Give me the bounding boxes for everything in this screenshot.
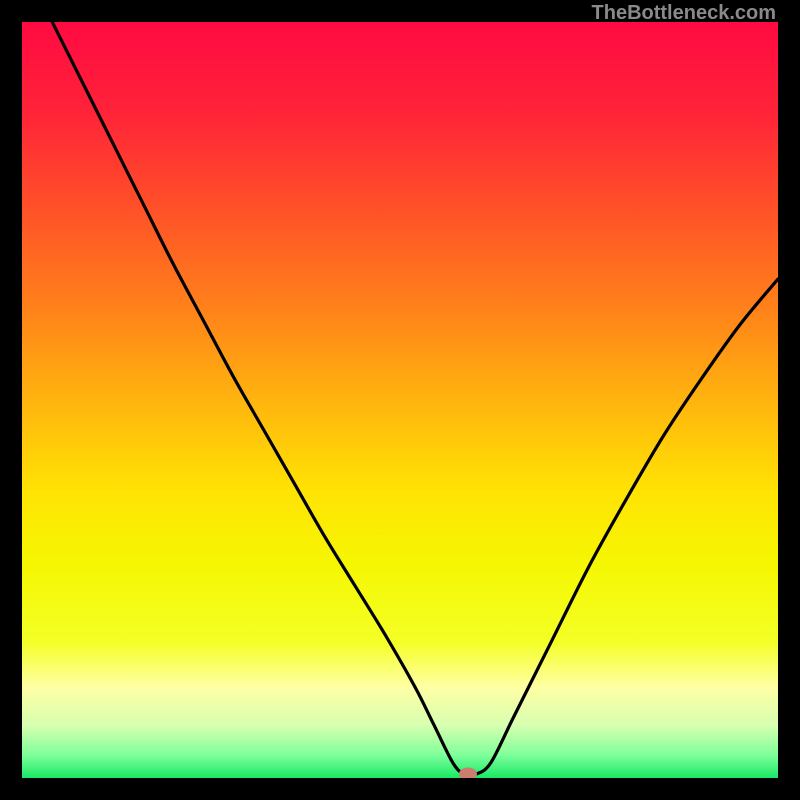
optimal-marker (459, 768, 477, 778)
plot-area (22, 22, 778, 778)
watermark-label: TheBottleneck.com (592, 2, 776, 25)
chart-container: TheBottleneck.com (0, 0, 800, 800)
bottleneck-curve (22, 22, 778, 778)
